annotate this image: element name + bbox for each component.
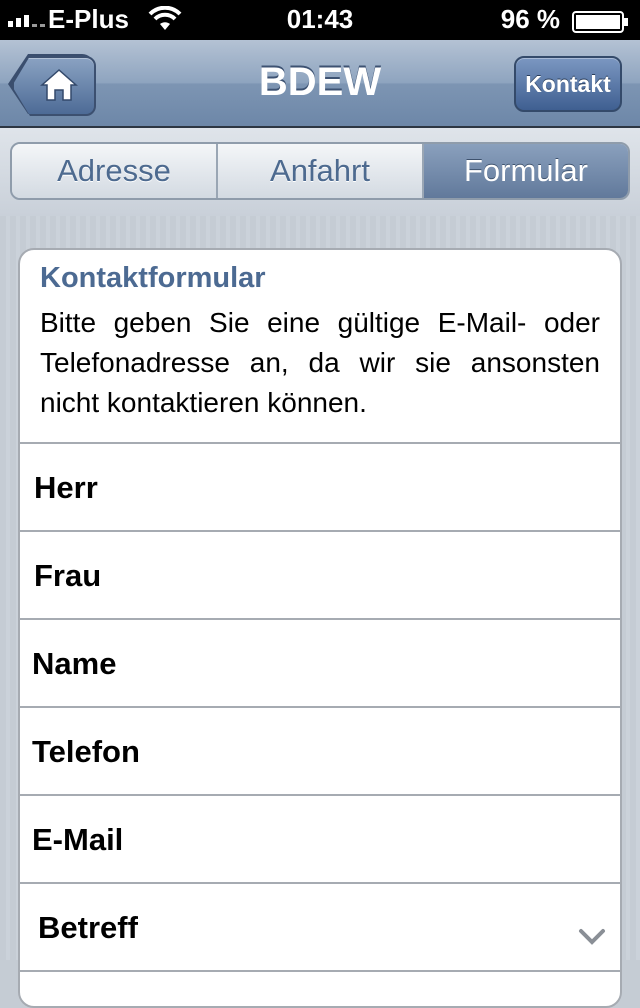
salutation-herr-option[interactable]: Herr [20, 444, 620, 532]
tab-anfahrt[interactable]: Anfahrt [218, 144, 424, 198]
herr-label: Herr [34, 470, 98, 505]
tab-formular[interactable]: Formular [424, 144, 628, 198]
navigation-bar: BDEW Kontakt [0, 40, 640, 128]
contact-button[interactable]: Kontakt [514, 56, 622, 112]
betreff-label: Betreff [38, 910, 138, 945]
form-intro-text: Bitte geben Sie eine gültige E-Mail- ode… [40, 307, 600, 418]
status-bar: E-Plus 01:43 96 % [0, 0, 640, 40]
tab-adresse[interactable]: Adresse [12, 144, 218, 198]
betreff-select[interactable]: Betreff [20, 884, 620, 972]
name-field[interactable]: Name [20, 620, 620, 708]
telefon-label: Telefon [32, 734, 140, 769]
segment-bar: Adresse Anfahrt Formular [0, 128, 640, 217]
contact-form-card: Kontaktformular Bitte geben Sie eine gül… [18, 248, 622, 1008]
chevron-down-icon [578, 918, 606, 954]
telefon-field[interactable]: Telefon [20, 708, 620, 796]
frau-label: Frau [34, 558, 102, 593]
form-header: Kontaktformular Bitte geben Sie eine gül… [20, 250, 620, 444]
battery-icon [572, 9, 630, 33]
segmented-control: Adresse Anfahrt Formular [10, 142, 630, 200]
battery-percentage: 96 % [500, 4, 560, 34]
name-label: Name [32, 646, 117, 681]
form-title: Kontaktformular [40, 262, 266, 294]
salutation-frau-option[interactable]: Frau [20, 532, 620, 620]
email-field[interactable]: E-Mail [20, 796, 620, 884]
email-label: E-Mail [32, 822, 124, 857]
